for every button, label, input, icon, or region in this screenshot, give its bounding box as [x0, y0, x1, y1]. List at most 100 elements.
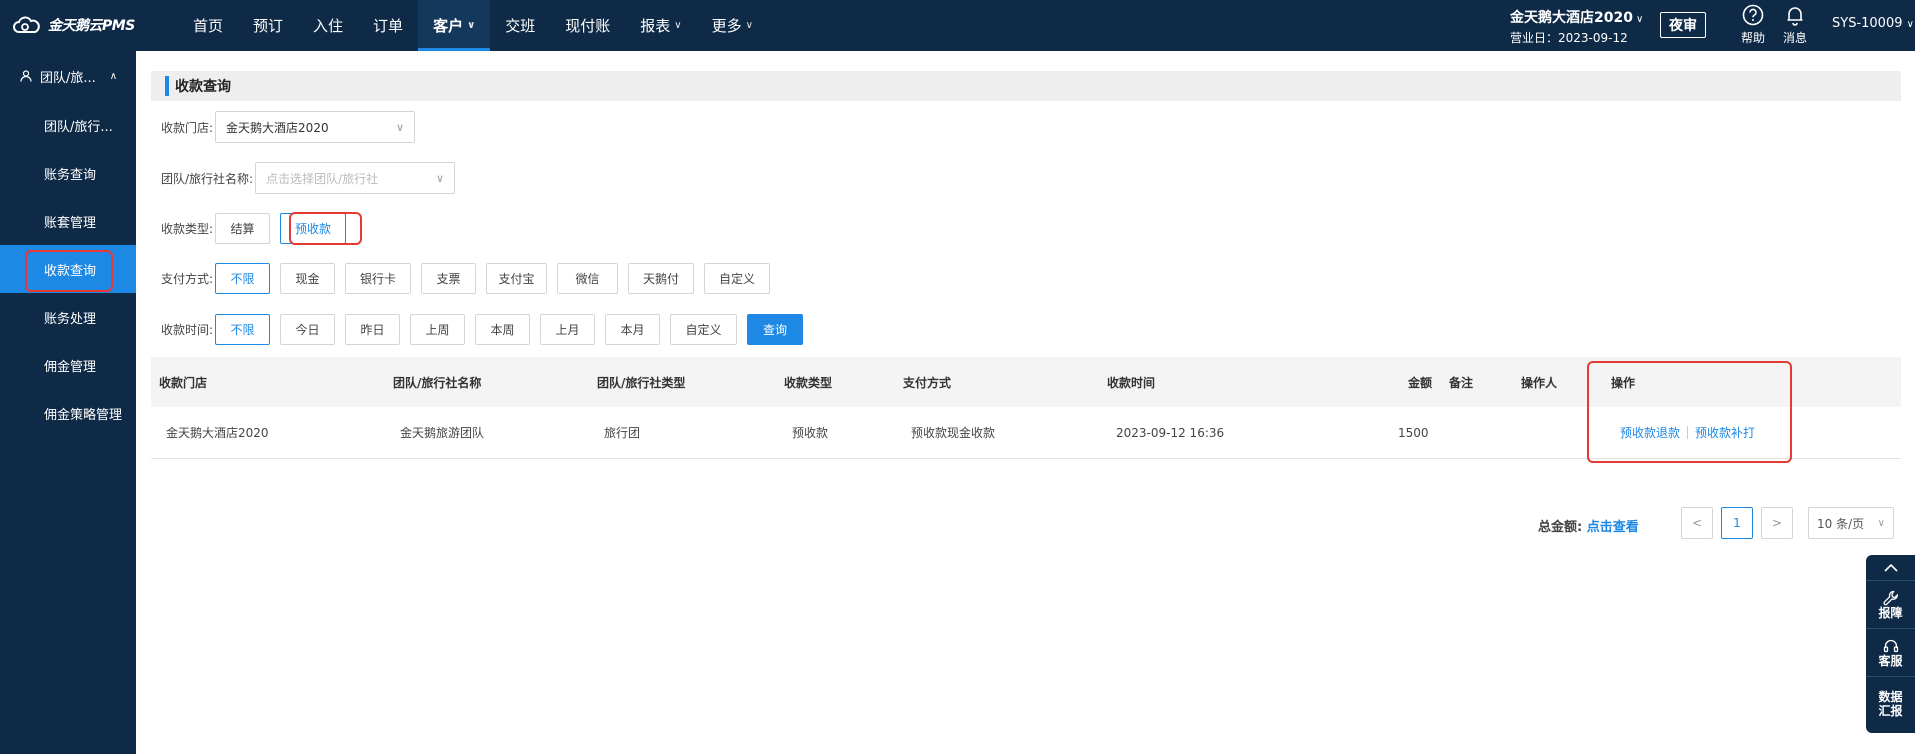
nav-customer[interactable]: 客户 ∨ [418, 0, 491, 51]
chevron-left-icon: < [1691, 516, 1703, 530]
agency-select[interactable]: 点击选择团队/旅行社 ∨ [255, 162, 456, 194]
sidebar-item-account-query[interactable]: 账务查询 [0, 149, 136, 197]
cell-actions: 预收款退款 预收款补打 [1620, 407, 1755, 458]
type-option-settle[interactable]: 结算 [215, 213, 271, 244]
page-title: 收款查询 [175, 79, 231, 95]
bell-icon [1787, 7, 1803, 26]
col-store[interactable]: 收款门店 [159, 357, 207, 407]
time-option-today[interactable]: 今日 [280, 314, 336, 345]
col-collect-type[interactable]: 收款类型 [784, 357, 832, 407]
chevron-up-icon [1883, 563, 1898, 572]
prepay-refund-link[interactable]: 预收款退款 [1620, 424, 1680, 441]
nav-booking[interactable]: 预订 [238, 0, 298, 51]
sidebar-item-commission-strategy[interactable]: 佣金策略管理 [0, 389, 136, 437]
page-size-value: 10 条/页 [1817, 516, 1865, 531]
pay-option-custom[interactable]: 自定义 [704, 263, 771, 294]
help-icon [1742, 4, 1764, 26]
app-logo[interactable]: 金天鹅云PMS [12, 14, 135, 36]
sidebar-item-account-set[interactable]: 账套管理 [0, 197, 136, 245]
data-report-label: 数据汇报 [1878, 690, 1903, 718]
col-agency[interactable]: 团队/旅行社名称 [393, 357, 481, 407]
sidebar-group-agency[interactable]: 团队/旅... ∧ [0, 51, 136, 101]
chevron-down-icon: ∨ [395, 120, 405, 134]
sidebar: 团队/旅... ∧ 团队/旅行... 账务查询 账套管理 收款查询 账务处理 佣… [0, 51, 136, 754]
nav-more[interactable]: 更多 ∨ [697, 0, 768, 51]
type-option-prepay[interactable]: 预收款 [280, 213, 347, 244]
time-option-this-week[interactable]: 本周 [475, 314, 531, 345]
night-audit-button[interactable]: 夜审 [1660, 12, 1706, 38]
store-select[interactable]: 金天鹅大酒店2020 ∨ [215, 111, 416, 143]
pay-option-cash[interactable]: 现金 [280, 263, 336, 294]
report-issue-button[interactable]: 报障 [1866, 581, 1915, 629]
report-issue-label: 报障 [1878, 605, 1903, 620]
time-option-last-month[interactable]: 上月 [540, 314, 596, 345]
filter-agency-row: 团队/旅行社名称: 点击选择团队/旅行社 ∨ [161, 162, 456, 194]
sidebar-item-account-process[interactable]: 账务处理 [0, 293, 136, 341]
pay-option-swanpay[interactable]: 天鹅付 [628, 263, 695, 294]
nav-cash-account[interactable]: 现付账 [550, 0, 625, 51]
prev-page-button[interactable]: < [1681, 507, 1713, 539]
customer-service-button[interactable]: 客服 [1866, 629, 1915, 677]
table-row: 金天鹅大酒店2020 金天鹅旅游团队 旅行团 预收款 预收款现金收款 2023-… [151, 407, 1901, 459]
chevron-down-icon: ∨ [1877, 517, 1885, 529]
total-view-link[interactable]: 点击查看 [1587, 520, 1639, 535]
customer-service-label: 客服 [1878, 653, 1903, 668]
nav-label: 交班 [505, 17, 536, 35]
nav-label: 首页 [193, 17, 224, 35]
cell-store: 金天鹅大酒店2020 [166, 426, 269, 440]
headset-icon [1883, 639, 1898, 652]
pay-option-card[interactable]: 银行卡 [345, 263, 412, 294]
col-remark[interactable]: 备注 [1449, 357, 1473, 407]
help-button[interactable]: 帮助 [1733, 4, 1773, 46]
nav-reports[interactable]: 报表 ∨ [625, 0, 696, 51]
page-size-select[interactable]: 10 条/页 ∨ [1808, 507, 1894, 539]
pay-option-any[interactable]: 不限 [215, 263, 271, 294]
chevron-down-icon: ∨ [436, 171, 445, 185]
action-divider [1687, 426, 1689, 439]
time-option-custom[interactable]: 自定义 [670, 314, 738, 345]
time-option-any[interactable]: 不限 [215, 314, 271, 345]
store-label: 收款门店: [161, 120, 214, 135]
nav-shift[interactable]: 交班 [490, 0, 550, 51]
sidebar-item-payment-query[interactable]: 收款查询 [0, 245, 136, 293]
cell-collect-type: 预收款 [792, 426, 829, 440]
col-agency-type[interactable]: 团队/旅行社类型 [597, 357, 685, 407]
nav-label: 客户 [433, 17, 464, 35]
time-option-last-week[interactable]: 上周 [410, 314, 466, 345]
col-pay-method[interactable]: 支付方式 [903, 357, 951, 407]
col-actions: 操作 [1611, 375, 1636, 390]
next-page-button[interactable]: > [1761, 507, 1793, 539]
query-button[interactable]: 查询 [747, 314, 804, 345]
sidebar-item-agency[interactable]: 团队/旅行... [0, 101, 136, 149]
table-header: 收款门店 团队/旅行社名称 团队/旅行社类型 收款类型 支付方式 收款时间 金额… [151, 357, 1901, 407]
chevron-down-icon: ∨ [1635, 14, 1644, 25]
page-number[interactable]: 1 [1721, 507, 1753, 539]
sidebar-group-label: 团队/旅... [40, 70, 96, 86]
nav-checkin[interactable]: 入住 [298, 0, 358, 51]
sidebar-item-commission[interactable]: 佣金管理 [0, 341, 136, 389]
time-option-yesterday[interactable]: 昨日 [345, 314, 401, 345]
col-amount[interactable]: 金额 [1408, 357, 1432, 407]
messages-button[interactable]: 消息 [1775, 4, 1815, 46]
prepay-reprint-link[interactable]: 预收款补打 [1695, 424, 1755, 441]
help-label: 帮助 [1740, 31, 1765, 45]
agency-label: 团队/旅行社名称: [161, 171, 254, 186]
user-menu[interactable]: SYS-10009 ∨ [1832, 16, 1914, 31]
collapse-button[interactable] [1866, 555, 1915, 581]
filter-store-row: 收款门店: 金天鹅大酒店2020 ∨ [161, 111, 416, 143]
pay-option-alipay[interactable]: 支付宝 [486, 263, 548, 294]
pay-option-wechat[interactable]: 微信 [557, 263, 619, 294]
col-collect-time[interactable]: 收款时间 [1107, 357, 1155, 407]
time-option-this-month[interactable]: 本月 [605, 314, 661, 345]
nav-home[interactable]: 首页 [178, 0, 238, 51]
cell-agency-type: 旅行团 [604, 426, 641, 440]
chevron-down-icon: ∨ [1906, 19, 1914, 30]
data-report-button[interactable]: 数据汇报 [1866, 677, 1915, 731]
col-operator[interactable]: 操作人 [1521, 357, 1557, 407]
nav-label: 预订 [253, 17, 284, 35]
filter-pay-row: 支付方式: 不限 现金 银行卡 支票 支付宝 微信 天鹅付 自定义 [161, 263, 780, 294]
pay-option-cheque[interactable]: 支票 [421, 263, 477, 294]
nav-orders[interactable]: 订单 [358, 0, 418, 51]
hotel-switcher[interactable]: 金天鹅大酒店2020 ∨ 营业日：2023-09-12 [1510, 7, 1643, 46]
float-toolbar: 报障 客服 数据汇报 [1866, 555, 1915, 733]
